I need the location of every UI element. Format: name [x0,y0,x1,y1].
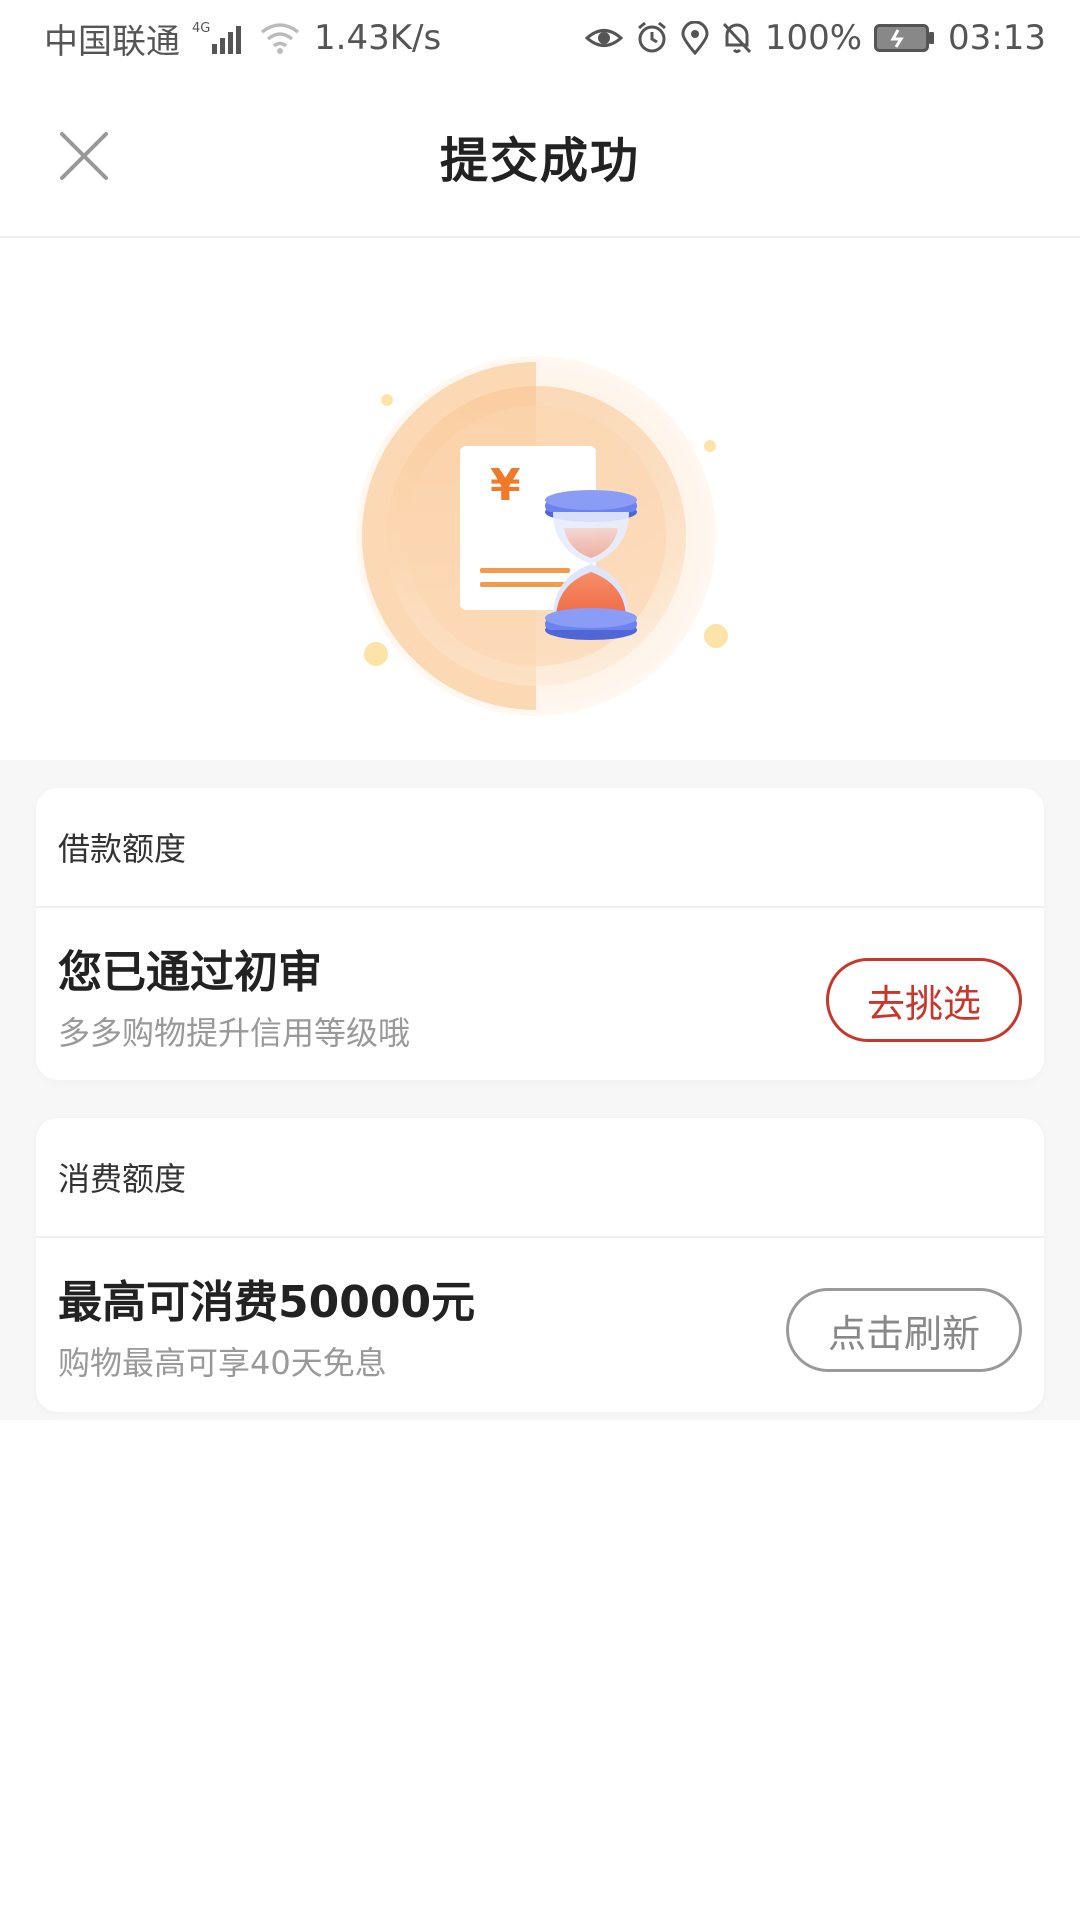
carrier-name: 中国联通 [44,21,180,62]
eye-icon [584,23,623,53]
signal-icon: 4G [192,20,246,56]
go-select-button[interactable]: 去挑选 [826,958,1022,1042]
consumption-card-subtitle: 购物最高可享40天免息 [58,1344,387,1382]
consumption-card-title: 最高可消费50000元 [58,1277,476,1328]
alarm-icon [635,21,669,55]
nav-header: 提交成功 [0,76,1080,238]
network-speed: 1.43K/s [314,18,442,58]
mute-bell-icon [721,21,753,55]
wifi-icon [258,20,302,56]
currency-symbol: ¥ [490,460,521,511]
consumption-card-body: 最高可消费50000元 购物最高可享40天免息 点击刷新 [36,1238,1044,1410]
consumption-card-header: 消费额度 [36,1118,1044,1238]
status-bar-right: 100% 03:13 [584,18,1046,58]
battery-percent: 100% [764,18,863,58]
clock-time: 03:13 [948,18,1046,58]
location-icon [681,21,709,55]
status-bar: 中国联通 4G 1.43K/s 100% 03:13 [0,0,1080,76]
close-button[interactable] [52,124,116,188]
close-icon [60,132,108,180]
network-type-label: 4G [192,21,210,36]
battery-icon [874,23,936,53]
content-bottom-background [0,1420,1080,1920]
refresh-button[interactable]: 点击刷新 [786,1288,1022,1372]
loan-quota-card: 借款额度 您已通过初审 多多购物提升信用等级哦 去挑选 [36,788,1044,1080]
loan-card-subtitle: 多多购物提升信用等级哦 [58,1014,411,1052]
consumption-quota-card: 消费额度 最高可消费50000元 购物最高可享40天免息 点击刷新 [36,1118,1044,1412]
loan-card-body: 您已通过初审 多多购物提升信用等级哦 去挑选 [36,908,1044,1080]
page-title: 提交成功 [439,133,640,189]
status-bar-left: 中国联通 4G 1.43K/s [44,14,441,63]
loan-card-title: 您已通过初审 [58,947,322,998]
hourglass-document-illustration: ¥ [340,340,740,740]
loan-card-header: 借款额度 [36,788,1044,908]
